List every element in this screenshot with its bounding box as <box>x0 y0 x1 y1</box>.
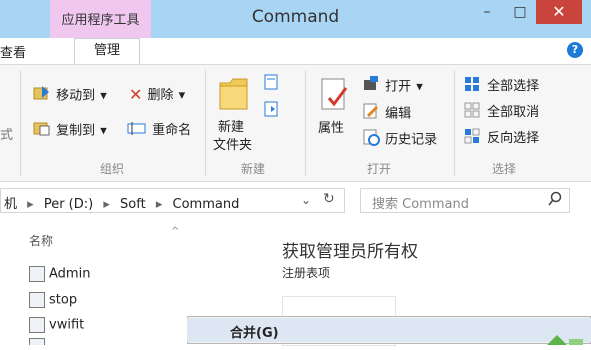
copy-to-label: 复制到 <box>56 123 96 139</box>
breadcrumb-separator-icon: ▸ <box>103 197 110 212</box>
window-title: Command <box>251 7 340 27</box>
new-folder-icon[interactable] <box>217 73 251 117</box>
search-placeholder: 搜索 Command <box>372 197 469 212</box>
open-icon <box>362 75 380 97</box>
move-to-button[interactable]: 移动到 ▾ <box>33 84 107 106</box>
select-none-button[interactable]: 全部取消 <box>464 101 539 122</box>
breadcrumb-separator-icon: ▸ <box>27 197 34 212</box>
new-folder-label-2[interactable]: 文件夹 <box>213 134 252 153</box>
ribbon-partial-label: 式 <box>0 128 14 143</box>
group-divider <box>305 70 306 176</box>
select-all-label: 全部选择 <box>487 79 540 94</box>
delete-label: 删除 <box>147 88 174 103</box>
new-item-icon <box>263 73 287 95</box>
file-name: vwifit <box>49 317 85 333</box>
easy-access-icon <box>263 100 287 122</box>
copy-to-button[interactable]: 复制到 ▾ <box>33 119 107 141</box>
list-item[interactable]: Admin <box>29 266 90 282</box>
tab-manage[interactable]: 管理 <box>74 38 140 64</box>
delete-button[interactable]: ✕ 删除 ▾ <box>129 84 185 104</box>
breadcrumb: 机 ▸ Per (D:) ▸ Soft ▸ Command <box>4 193 239 212</box>
breadcrumb-drive[interactable]: Per (D:) <box>44 197 93 212</box>
column-header-name[interactable]: 名称 <box>29 232 53 249</box>
watermark-logo-icon <box>545 331 585 350</box>
sort-up-icon: ^ <box>171 226 180 237</box>
list-item[interactable]: stop <box>29 292 77 308</box>
delete-x-icon: ✕ <box>129 85 143 104</box>
move-to-icon <box>33 84 51 106</box>
script-file-icon <box>29 317 45 333</box>
select-none-icon <box>464 102 482 122</box>
copy-to-icon <box>33 119 51 141</box>
registry-file-icon <box>29 266 45 282</box>
history-label: 历史记录 <box>385 132 438 148</box>
new-folder-label-1[interactable]: 新建 <box>218 116 244 135</box>
maximize-button[interactable]: □ <box>505 0 535 24</box>
rename-label: 重命名 <box>152 123 192 138</box>
new-item-button[interactable] <box>263 73 287 95</box>
tab-view[interactable]: 查看 <box>0 42 26 61</box>
edit-button[interactable]: 编辑 <box>362 102 411 124</box>
select-all-button[interactable]: 全部选择 <box>464 75 539 96</box>
rename-button[interactable]: 重命名 <box>127 119 191 140</box>
breadcrumb-soft[interactable]: Soft <box>120 197 146 212</box>
group-divider <box>454 70 455 176</box>
group-label-select: 选择 <box>492 162 517 176</box>
select-all-icon <box>464 76 482 96</box>
rename-icon <box>127 120 147 140</box>
invert-selection-button[interactable]: 反向选择 <box>464 127 539 148</box>
properties-label[interactable]: 属性 <box>318 117 344 136</box>
refresh-icon[interactable]: ↻ <box>323 191 335 207</box>
open-button[interactable]: 打开 ▾ <box>362 75 423 97</box>
group-label-open: 打开 <box>367 162 392 176</box>
group-divider <box>205 70 206 176</box>
properties-icon[interactable] <box>319 76 351 118</box>
breadcrumb-computer[interactable]: 机 <box>4 197 17 212</box>
list-item[interactable]: vwifit <box>29 317 84 333</box>
history-icon <box>362 128 380 150</box>
chevron-down-icon: ▾ <box>100 123 107 139</box>
breadcrumb-command[interactable]: Command <box>173 197 240 212</box>
invert-selection-icon <box>464 128 482 148</box>
context-menu-item-label: 合并(G) <box>230 326 279 341</box>
chevron-down-icon: ▾ <box>100 88 107 104</box>
help-icon[interactable]: ? <box>567 42 583 58</box>
move-to-label: 移动到 <box>56 88 96 104</box>
edit-icon <box>362 102 380 124</box>
file-name: stop <box>49 292 78 308</box>
script-file-icon <box>29 292 45 308</box>
address-dropdown-icon[interactable]: ⌄ <box>301 193 311 207</box>
preview-subtitle: 注册表项 <box>282 266 331 280</box>
minimize-button[interactable]: – <box>472 0 502 24</box>
history-button[interactable]: 历史记录 <box>362 128 437 150</box>
group-label-new: 新建 <box>241 162 266 176</box>
group-label-organize: 组织 <box>100 162 125 176</box>
easy-access-button[interactable] <box>263 100 287 122</box>
preview-title: 获取管理员所有权 <box>282 242 418 262</box>
chevron-down-icon: ▾ <box>178 88 186 103</box>
invert-selection-label: 反向选择 <box>487 131 540 146</box>
group-divider <box>20 70 21 176</box>
select-none-label: 全部取消 <box>487 105 540 120</box>
chevron-down-icon: ▾ <box>416 79 423 95</box>
close-button[interactable]: ✕ <box>536 0 582 24</box>
file-name: Admin <box>49 266 91 282</box>
search-icon[interactable] <box>548 191 562 211</box>
open-label: 打开 <box>385 79 412 95</box>
edit-label: 编辑 <box>385 106 412 122</box>
breadcrumb-separator-icon: ▸ <box>155 197 163 212</box>
